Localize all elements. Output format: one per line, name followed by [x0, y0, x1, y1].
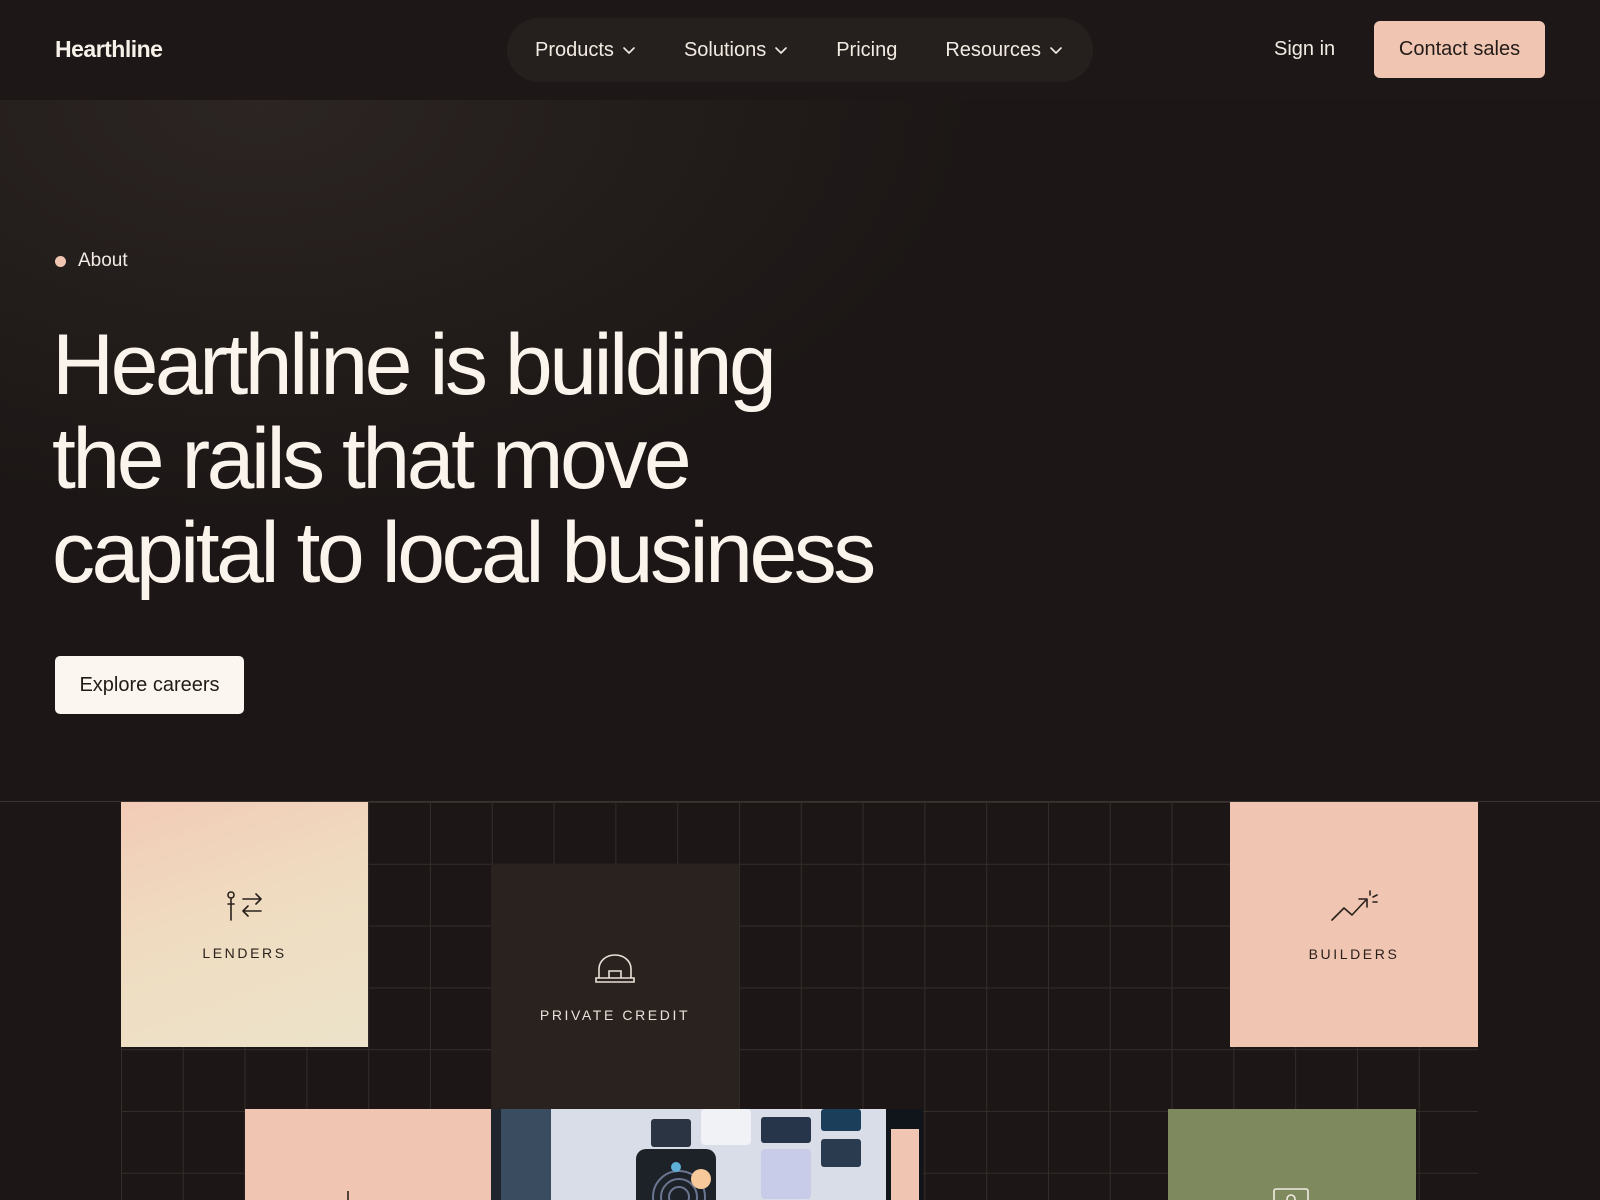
audience-grid: LENDERS PRIVATE CREDIT BUILDERS: [0, 801, 1600, 1200]
eyebrow-label: About: [78, 250, 128, 271]
tile-builders[interactable]: BUILDERS: [1230, 802, 1478, 1047]
top-nav: Hearthline Products Solutions Pricing Re…: [0, 0, 1600, 100]
lenders-exchange-icon: [226, 890, 262, 921]
nav-item-resources[interactable]: Resources: [945, 39, 1063, 62]
headline-line: capital to local business: [52, 505, 876, 601]
tile-label: LENDERS: [202, 944, 287, 961]
sign-in-link[interactable]: Sign in: [1274, 38, 1335, 61]
partial-icon: [347, 1191, 349, 1200]
nav-item-products[interactable]: Products: [535, 39, 636, 62]
nav-item-label: Resources: [945, 38, 1041, 61]
product-photo: [491, 1109, 923, 1200]
grid-gutter: [1478, 802, 1600, 1200]
chevron-down-icon: [775, 47, 788, 54]
headline-line: Hearthline is building: [52, 317, 777, 413]
building-icon: [595, 953, 635, 983]
logo[interactable]: Hearthline: [55, 36, 163, 63]
tile-label: BUILDERS: [1308, 945, 1400, 962]
nav-item-label: Products: [535, 38, 614, 61]
headline-line: the rails that move: [52, 411, 692, 507]
grid-gutter: [0, 864, 121, 1200]
nav-item-solutions[interactable]: Solutions: [684, 39, 788, 62]
tile-green[interactable]: [1168, 1109, 1416, 1200]
main-nav-pill: Products Solutions Pricing Resources: [507, 18, 1093, 82]
nav-item-label: Pricing: [836, 38, 898, 61]
tile-lenders[interactable]: LENDERS: [121, 802, 368, 1047]
partial-icon: [1273, 1188, 1309, 1200]
chevron-down-icon: [623, 47, 635, 54]
explore-careers-button[interactable]: Explore careers: [55, 656, 244, 714]
trend-up-sparkle-icon: [1331, 889, 1378, 921]
eyebrow: About: [55, 250, 128, 272]
tile-label: PRIVATE CREDIT: [539, 1006, 691, 1023]
grid-gutter: [0, 802, 121, 864]
nav-item-label: Solutions: [683, 38, 767, 61]
phone-screens-image: [491, 1109, 923, 1200]
nav-item-pricing[interactable]: Pricing: [836, 39, 897, 62]
contact-sales-button[interactable]: Contact sales: [1374, 21, 1545, 78]
page-title: Hearthline is building the rails that mo…: [52, 318, 952, 600]
tile-peach[interactable]: [245, 1109, 492, 1200]
eyebrow-dot-icon: [55, 255, 66, 267]
chevron-down-icon: [1050, 47, 1062, 54]
tile-private-credit[interactable]: PRIVATE CREDIT: [491, 864, 739, 1109]
